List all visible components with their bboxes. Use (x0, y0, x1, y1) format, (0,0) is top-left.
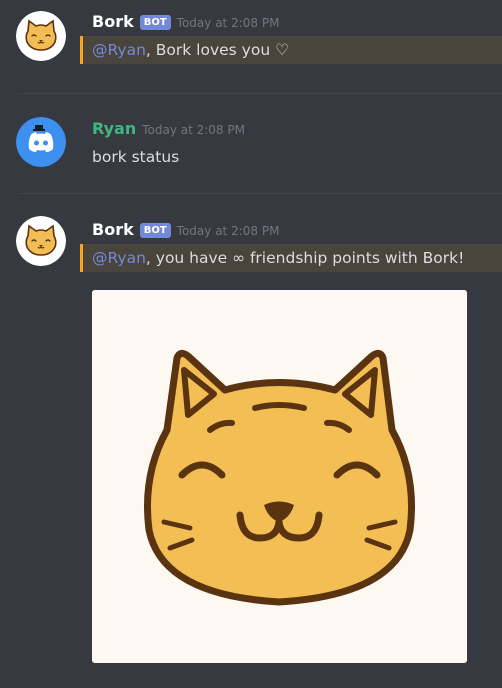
author-name[interactable]: Bork (92, 220, 134, 239)
message-text: @Ryan, Bork loves you ♡ (92, 41, 289, 59)
user-mention[interactable]: @Ryan (92, 249, 146, 267)
highlight-bar (80, 36, 83, 64)
cat-avatar-icon (16, 11, 66, 61)
timestamp: Today at 2:08 PM (176, 16, 280, 30)
bork-avatar[interactable] (16, 216, 66, 266)
discord-logo-icon (16, 117, 66, 167)
cat-avatar-icon (16, 216, 66, 266)
message-body: , you have ∞ friendship points with Bork… (145, 249, 465, 267)
ryan-avatar[interactable] (16, 117, 66, 167)
bot-badge: BOT (139, 223, 171, 238)
message-text: bork status (92, 148, 180, 166)
cat-face-image[interactable] (92, 290, 467, 663)
bot-badge: BOT (139, 15, 171, 30)
message-text: @Ryan, you have ∞ friendship points with… (92, 249, 464, 267)
author-name[interactable]: Bork (92, 12, 134, 31)
author-name[interactable]: Ryan (92, 119, 136, 138)
user-mention[interactable]: @Ryan (92, 41, 146, 59)
mention-highlight: @Ryan, Bork loves you ♡ (80, 36, 502, 64)
message-divider (18, 193, 502, 194)
bork-avatar[interactable] (16, 11, 66, 61)
highlight-bar (80, 244, 83, 272)
mention-highlight: @Ryan, you have ∞ friendship points with… (80, 244, 502, 272)
message-divider (18, 93, 502, 94)
message-body: , Bork loves you ♡ (145, 41, 289, 59)
timestamp: Today at 2:08 PM (176, 224, 280, 238)
cat-face-icon (92, 290, 467, 663)
timestamp: Today at 2:08 PM (142, 123, 245, 137)
